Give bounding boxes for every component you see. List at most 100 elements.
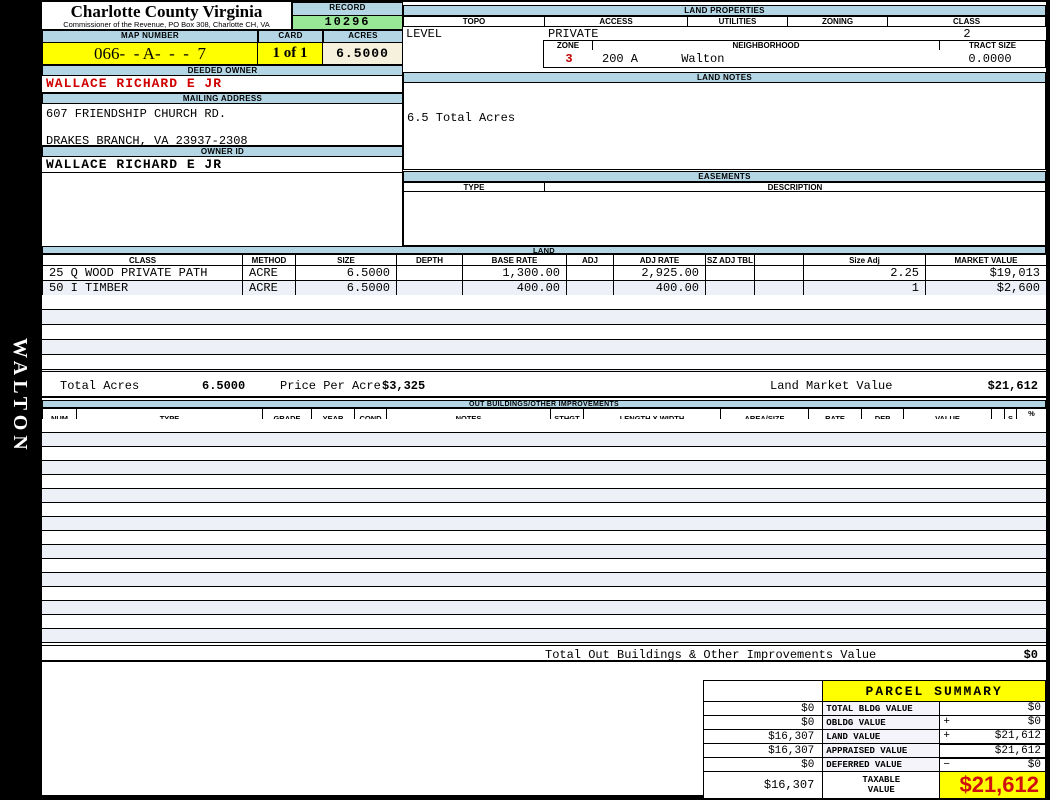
out-buildings-total-row: Total Out Buildings & Other Improvements…	[42, 645, 1046, 662]
map-number-value: 066- - A- - - 7	[42, 43, 258, 65]
ps-blank-cell	[702, 680, 824, 702]
ps-value: $0	[1027, 702, 1041, 715]
property-record-card: WALTON Charlotte County Virginia Commiss…	[0, 0, 1050, 800]
zoning-header: ZONING	[788, 16, 888, 27]
cell: 1,300.00	[462, 265, 567, 281]
ps-row-deferred: $0 DEFERRED VALUE − $0	[702, 757, 1046, 772]
land-class-header: CLASS	[42, 254, 243, 266]
cell	[396, 265, 463, 281]
mailing-address: 607 FRIENDSHIP CHURCH RD. DRAKES BRANCH,…	[42, 104, 403, 148]
price-per-acre-value: $3,325	[382, 379, 426, 393]
land-sz-adj-tbl-header: SZ ADJ TBL	[705, 254, 755, 266]
ps-row-taxable: $16,307 TAXABLE VALUE $21,612	[702, 771, 1046, 799]
tract-size-value: 0.0000	[968, 52, 1012, 66]
ps-value: $21,612	[994, 730, 1041, 742]
utilities-header: UTILITIES	[688, 16, 788, 27]
record-value: 10296	[292, 16, 403, 30]
card-content: Charlotte County Virginia Commissioner o…	[42, 2, 1047, 799]
cell	[566, 265, 614, 281]
ps-left-value: $16,307	[702, 729, 824, 744]
cell: 50 I TIMBER	[42, 280, 243, 296]
easement-description-header: DESCRIPTION	[545, 182, 1046, 192]
ps-left-value: $0	[702, 715, 824, 730]
land-depth-header: DEPTH	[396, 254, 463, 266]
cell: 400.00	[462, 280, 567, 296]
county-title: Charlotte County Virginia	[70, 2, 263, 21]
parcel-summary: PARCEL SUMMARY $0 TOTAL BLDG VALUE $0 $0…	[702, 680, 1046, 799]
cell	[754, 265, 804, 281]
ps-row-obldg: $0 OBLDG VALUE + $0	[702, 715, 1046, 730]
ps-row-total-bldg: $0 TOTAL BLDG VALUE $0	[702, 701, 1046, 716]
land-notes-box: 6.5 Total Acres	[403, 83, 1046, 170]
land-header-row: CLASS METHOD SIZE DEPTH BASE RATE ADJ AD…	[42, 254, 1047, 266]
ps-value: $0	[1027, 758, 1041, 771]
commissioner-subtitle: Commissioner of the Revenue, PO Box 308,…	[63, 20, 270, 29]
card-value: 1 of 1	[258, 43, 323, 65]
ps-label: DEFERRED VALUE	[822, 757, 941, 772]
ps-sign: −	[943, 758, 950, 771]
cell: ACRE	[242, 280, 296, 296]
land-size-adj-header: Size Adj	[803, 254, 926, 266]
mailing-address-label: MAILING ADDRESS	[42, 93, 403, 104]
address-line-1: 607 FRIENDSHIP CHURCH RD.	[46, 107, 227, 121]
cell	[566, 280, 614, 296]
ps-sign: +	[943, 730, 950, 742]
cell: 2.25	[803, 265, 926, 281]
ps-taxable-label-line1: TAXABLE	[862, 775, 901, 785]
deeded-owner-label: DEEDED OWNER	[42, 65, 403, 76]
land-empty-rows	[42, 295, 1046, 371]
out-buildings-total-label: Total Out Buildings & Other Improvements…	[545, 648, 877, 662]
cell: 25 Q WOOD PRIVATE PATH	[42, 265, 243, 281]
topo-header: TOPO	[403, 16, 545, 27]
neighborhood-value: 200 A Walton	[602, 52, 725, 66]
out-buildings-empty-rows	[42, 419, 1046, 645]
land-adj-header: ADJ	[566, 254, 614, 266]
land-section-title: LAND	[42, 246, 1046, 254]
ps-value: $21,612	[994, 744, 1041, 757]
land-market-value-label: Land Market Value	[770, 379, 893, 393]
easements-box	[403, 192, 1046, 246]
parcel-summary-header-row: PARCEL SUMMARY	[702, 680, 1046, 702]
record-label: RECORD	[292, 2, 403, 16]
land-market-value-header: MARKET VALUE	[925, 254, 1047, 266]
topo-value: LEVEL	[406, 27, 443, 41]
ps-label: APPRAISED VALUE	[822, 743, 941, 758]
cell	[705, 265, 755, 281]
ps-taxable-label: TAXABLE VALUE	[822, 771, 941, 799]
ps-right-value: + $0	[939, 715, 1046, 730]
ps-row-land: $16,307 LAND VALUE + $21,612	[702, 729, 1046, 745]
cell: 400.00	[613, 280, 706, 296]
cell: 6.5000	[295, 265, 397, 281]
land-base-rate-header: BASE RATE	[462, 254, 567, 266]
ps-label: LAND VALUE	[822, 729, 941, 744]
land-properties-title: LAND PROPERTIES	[403, 5, 1046, 16]
ps-right-value: + $21,612	[939, 729, 1046, 745]
land-table: CLASS METHOD SIZE DEPTH BASE RATE ADJ AD…	[42, 254, 1047, 296]
land-properties-headers: TOPO ACCESS UTILITIES ZONING CLASS	[403, 16, 1046, 27]
land-notes-title: LAND NOTES	[403, 72, 1046, 83]
cell	[396, 280, 463, 296]
neighborhood-sidebar-label: WALTON	[9, 338, 31, 455]
land-properties-values: LEVEL PRIVATE 2	[403, 27, 1046, 41]
cell	[754, 280, 804, 296]
acres-label: ACRES	[323, 30, 403, 43]
ps-taxable-left: $16,307	[702, 771, 824, 799]
land-adj-rate-header: ADJ RATE	[613, 254, 706, 266]
easements-headers: TYPE DESCRIPTION	[403, 182, 1046, 192]
land-blank-header	[754, 254, 804, 266]
ps-right-value: $21,612	[939, 743, 1046, 759]
land-market-value: $21,612	[987, 379, 1038, 393]
cell: ACRE	[242, 265, 296, 281]
county-header: Charlotte County Virginia Commissioner o…	[42, 2, 292, 30]
cell: $2,600	[925, 280, 1047, 296]
owner-id-value: WALLACE RICHARD E JR	[42, 157, 403, 173]
out-buildings-total-value: $0	[1023, 648, 1038, 662]
cell: 1	[803, 280, 926, 296]
land-totals-row: Total Acres 6.5000 Price Per Acre $3,325…	[42, 371, 1046, 398]
cell: 2,925.00	[613, 265, 706, 281]
easement-type-header: TYPE	[403, 182, 545, 192]
cell: $19,013	[925, 265, 1047, 281]
ps-right-value: − $0	[939, 757, 1046, 772]
ps-label: TOTAL BLDG VALUE	[822, 701, 941, 716]
price-per-acre-label: Price Per Acre	[280, 379, 381, 393]
